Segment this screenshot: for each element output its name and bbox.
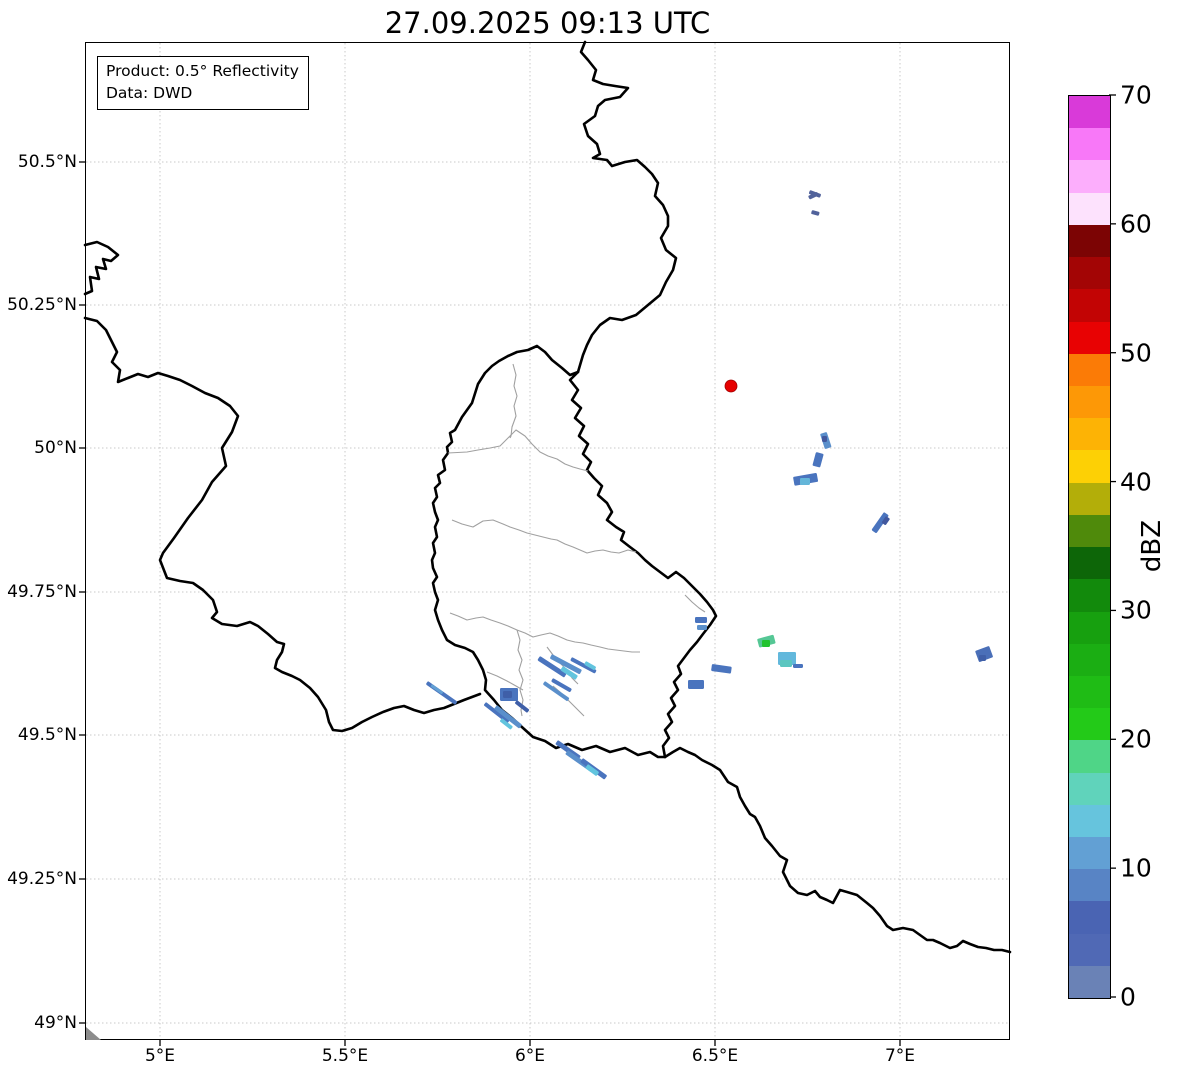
x-tick-label: 6°E	[514, 1046, 546, 1066]
colorbar-segment	[1069, 708, 1110, 741]
colorbar-segment	[1069, 901, 1110, 934]
colorbar	[1068, 95, 1111, 999]
radar-echo-layer	[426, 190, 993, 780]
colorbar-tick-label: 30	[1120, 595, 1152, 625]
colorbar-tick-label: 70	[1120, 80, 1152, 110]
colorbar-tick-label: 20	[1120, 724, 1152, 754]
colorbar-segment	[1069, 611, 1110, 644]
colorbar-segment	[1069, 289, 1110, 322]
colorbar-segment	[1069, 192, 1110, 225]
colorbar-tick-label: 0	[1120, 982, 1136, 1012]
corner-land-wedge	[86, 1027, 101, 1040]
product-line: Product: 0.5° Reflectivity	[106, 62, 299, 80]
colorbar-segment	[1069, 643, 1110, 676]
y-tick-label: 50.5°N	[17, 152, 77, 172]
colorbar-segment	[1069, 740, 1110, 773]
radar-echo	[688, 680, 704, 689]
radar-echo	[711, 664, 732, 674]
x-tick-label: 7°E	[884, 1046, 916, 1066]
colorbar-segment	[1069, 675, 1110, 709]
radar-echo	[695, 617, 707, 623]
colorbar-segment	[1069, 128, 1110, 161]
radar-echo	[811, 210, 820, 216]
border-france-belgium	[83, 316, 482, 733]
radar-echo	[979, 655, 986, 661]
colorbar-segment	[1069, 450, 1110, 483]
colorbar-segment	[1069, 965, 1110, 999]
canton-border	[447, 429, 589, 472]
colorbar-segment	[1069, 257, 1110, 290]
product-info-box: Product: 0.5° Reflectivity Data: DWD	[97, 56, 309, 111]
radar-echo	[822, 436, 827, 442]
x-tick-label: 5°E	[144, 1046, 176, 1066]
grid-layer	[86, 43, 1009, 1039]
colorbar-tick-label: 40	[1120, 467, 1152, 497]
canton-border	[486, 671, 524, 691]
colorbar-segment	[1069, 933, 1110, 966]
country-borders	[83, 40, 1012, 954]
x-tick-label: 6.5°E	[691, 1046, 739, 1066]
colorbar-segment	[1069, 482, 1110, 515]
colorbar-segment	[1069, 224, 1110, 258]
y-tick-label: 49°N	[34, 1013, 77, 1033]
colorbar-tick-label: 10	[1120, 853, 1152, 883]
colorbar-segment	[1069, 579, 1110, 612]
colorbar-segment	[1069, 385, 1110, 419]
colorbar-segment	[1069, 837, 1110, 870]
colorbar-axis-label: dBZ	[1137, 519, 1167, 573]
radar-site-marker-layer	[724, 379, 738, 393]
radar-echo	[800, 478, 810, 485]
border-belgium-germany	[576, 40, 678, 374]
colorbar-segment	[1069, 804, 1110, 838]
colorbar-segment	[1069, 869, 1110, 902]
canton-border	[509, 363, 518, 439]
colorbar-segment	[1069, 418, 1110, 451]
map-canvas	[79, 40, 1116, 1046]
y-tick-label: 50.25°N	[7, 295, 77, 315]
colorbar-segment	[1069, 353, 1110, 386]
axis-tick-layer	[79, 94, 1116, 1046]
radar-echo	[430, 684, 443, 695]
colorbar-segment	[1069, 772, 1110, 805]
radar-echo	[793, 664, 803, 668]
colorbar-segment	[1069, 96, 1110, 129]
colorbar-tick-label: 50	[1120, 338, 1152, 368]
y-tick-label: 50°N	[34, 438, 77, 458]
colorbar-tick-label: 60	[1120, 209, 1152, 239]
colorbar-segment	[1069, 547, 1110, 580]
canton-border	[449, 612, 640, 653]
canton-border	[451, 519, 637, 554]
y-tick-label: 49.5°N	[17, 725, 77, 745]
colorbar-segment	[1069, 514, 1110, 548]
radar-echo	[762, 640, 770, 647]
radar-echo	[780, 660, 792, 667]
colorbar-segment	[1069, 160, 1110, 193]
radar-echo	[812, 452, 824, 468]
x-tick-label: 5.5°E	[321, 1046, 369, 1066]
radar-echo	[503, 691, 512, 698]
y-tick-label: 49.25°N	[7, 869, 77, 889]
radar-site-marker	[724, 379, 738, 393]
radar-echo	[697, 625, 707, 630]
colorbar-segment	[1069, 321, 1110, 354]
border-givet-salient	[83, 240, 120, 296]
y-tick-label: 49.75°N	[7, 582, 77, 602]
border-france-germany	[663, 746, 1012, 954]
data-source-line: Data: DWD	[106, 83, 193, 102]
